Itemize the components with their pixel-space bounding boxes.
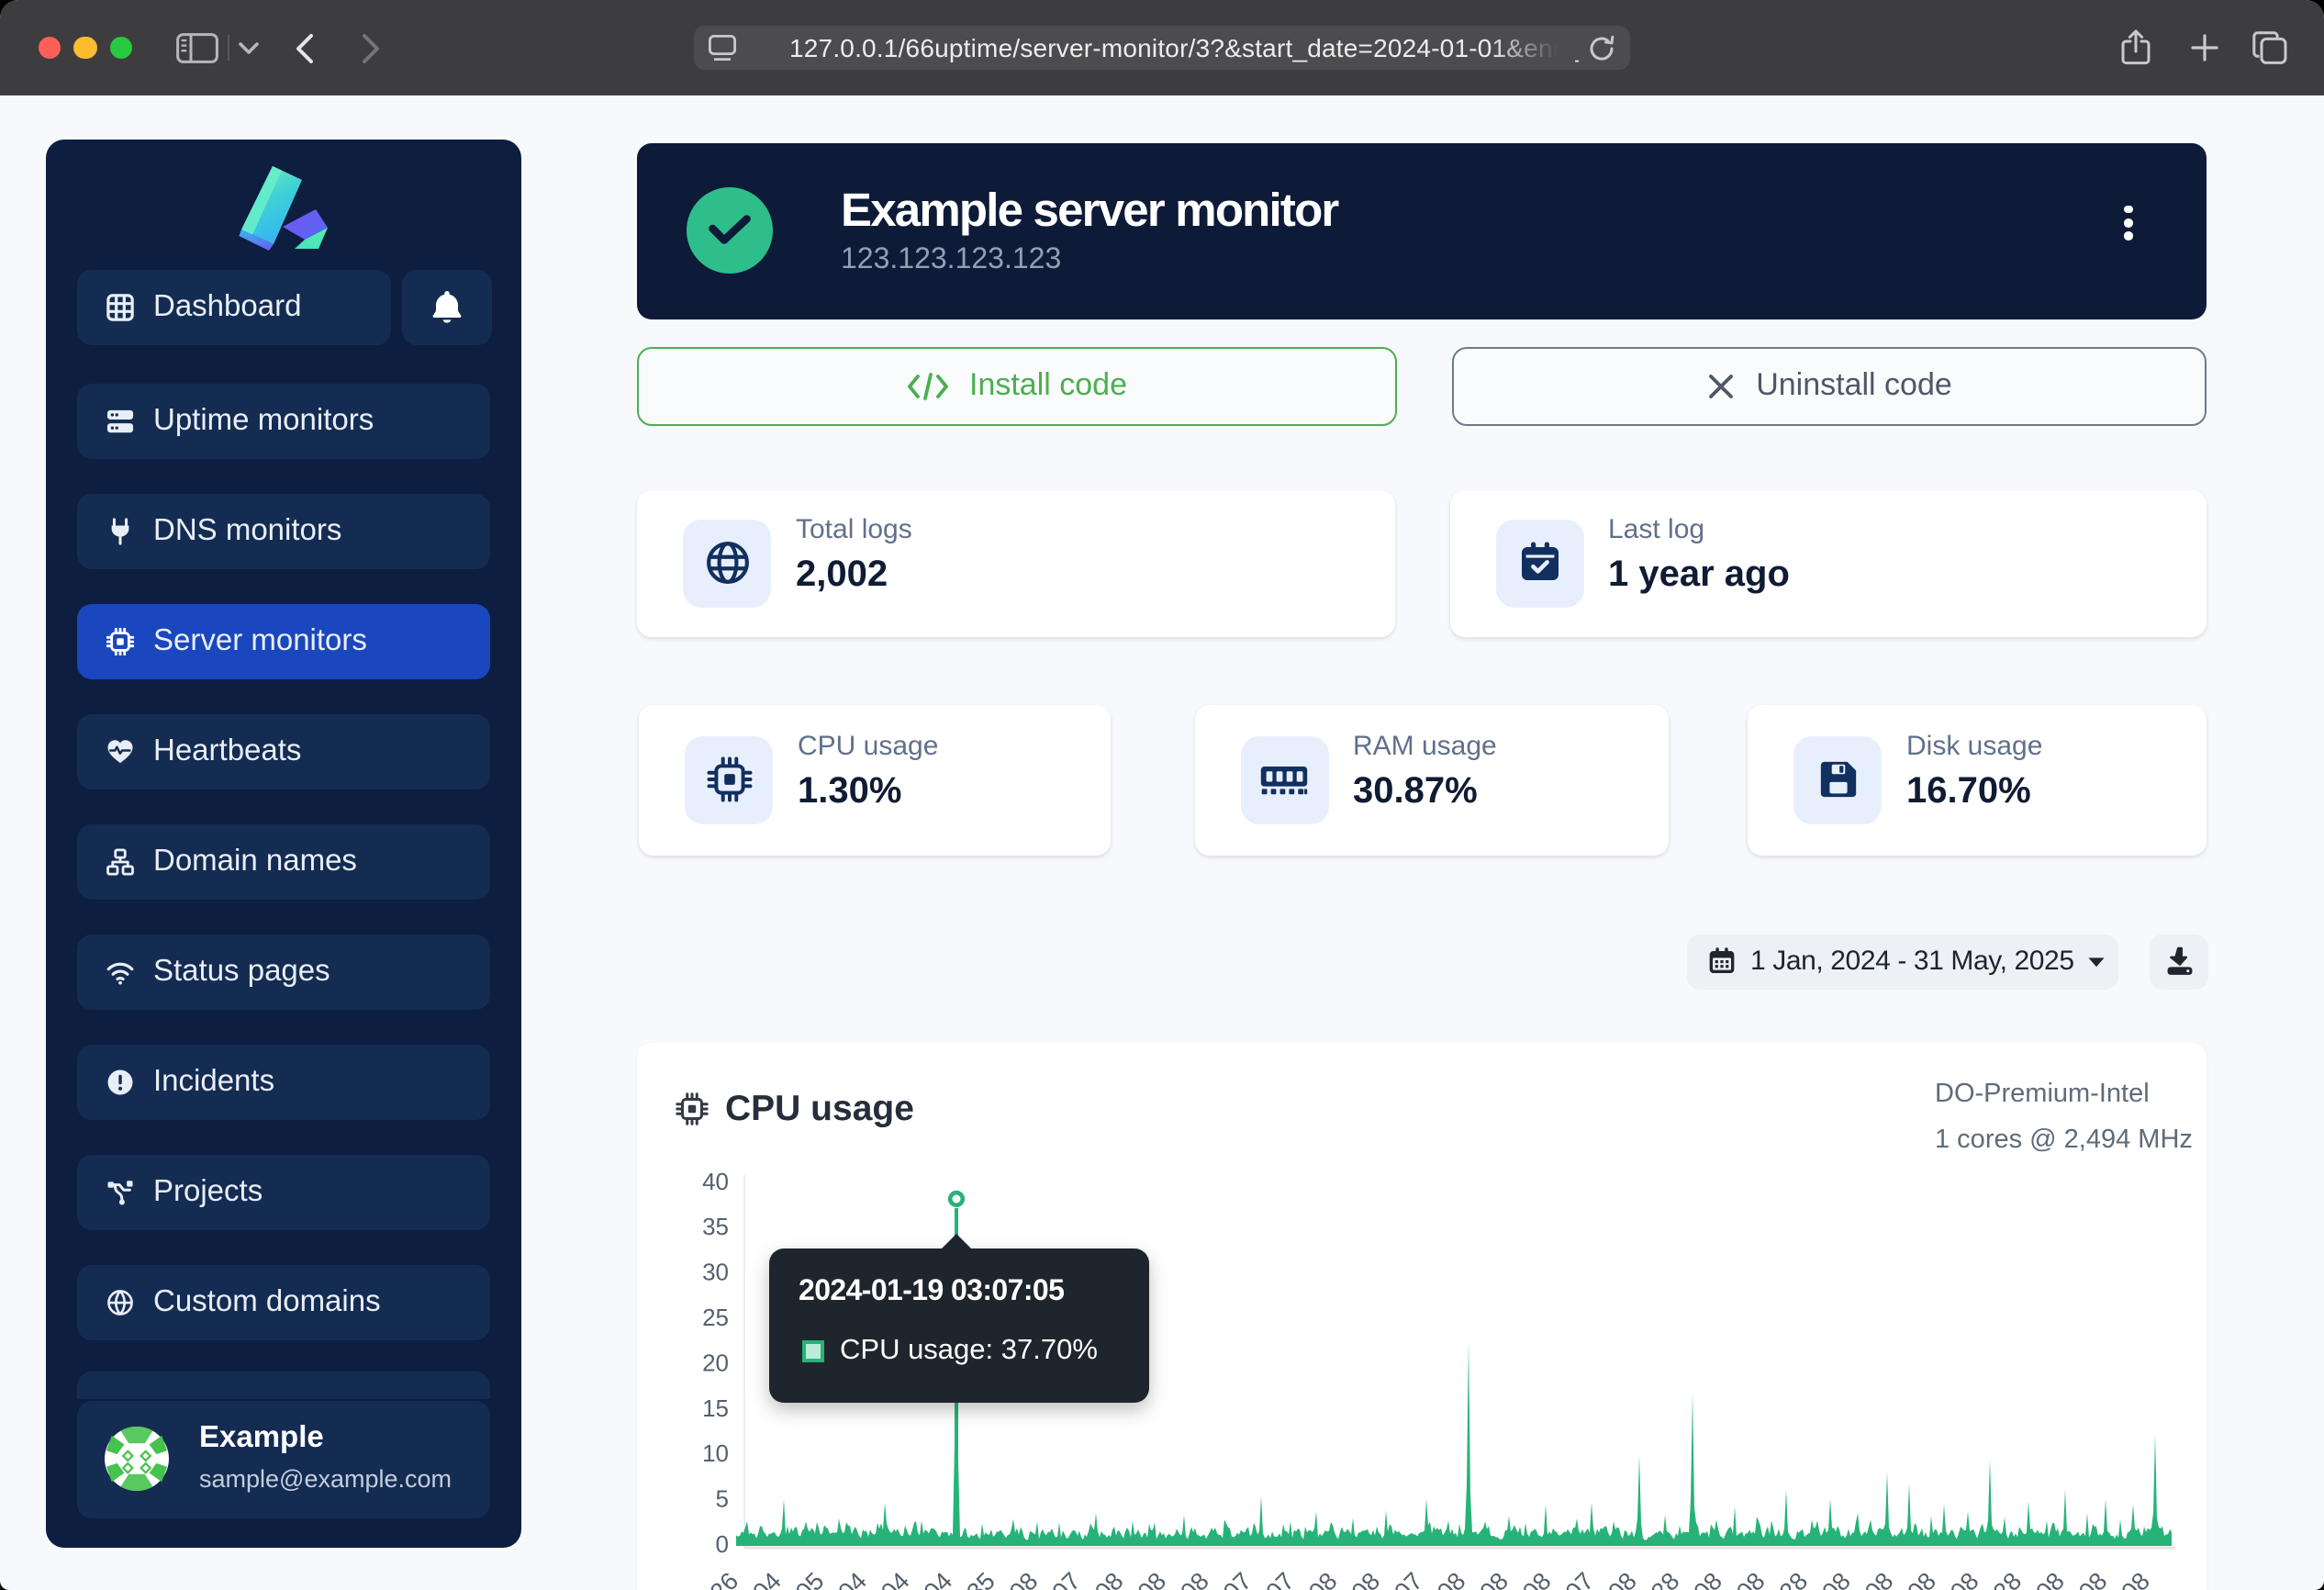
svg-text:08: 08 bbox=[1432, 1567, 1470, 1590]
svg-text:08: 08 bbox=[1603, 1567, 1641, 1590]
svg-text:35: 35 bbox=[961, 1567, 1000, 1590]
svg-text:28: 28 bbox=[1988, 1567, 2027, 1590]
svg-text:08: 08 bbox=[2117, 1567, 2155, 1590]
svg-text:04: 04 bbox=[747, 1567, 786, 1590]
svg-text:26: 26 bbox=[705, 1567, 743, 1590]
svg-text:04: 04 bbox=[833, 1567, 872, 1590]
svg-text:20: 20 bbox=[702, 1349, 729, 1376]
svg-text:04: 04 bbox=[876, 1567, 914, 1590]
svg-text:07: 07 bbox=[1047, 1567, 1086, 1590]
svg-text:08: 08 bbox=[1346, 1567, 1385, 1590]
svg-text:08: 08 bbox=[1816, 1567, 1855, 1590]
svg-text:08: 08 bbox=[2073, 1567, 2112, 1590]
svg-text:08: 08 bbox=[1945, 1567, 1983, 1590]
svg-text:15: 15 bbox=[702, 1394, 729, 1422]
svg-text:0: 0 bbox=[716, 1530, 729, 1558]
svg-text:05: 05 bbox=[790, 1567, 829, 1590]
svg-text:08: 08 bbox=[1517, 1567, 1556, 1590]
svg-text:40: 40 bbox=[702, 1168, 729, 1195]
svg-text:07: 07 bbox=[1560, 1567, 1599, 1590]
svg-text:08: 08 bbox=[1004, 1567, 1043, 1590]
svg-text:10: 10 bbox=[702, 1439, 729, 1467]
svg-text:35: 35 bbox=[702, 1213, 729, 1240]
svg-text:08: 08 bbox=[1731, 1567, 1770, 1590]
svg-text:30: 30 bbox=[702, 1259, 729, 1286]
svg-text:08: 08 bbox=[1475, 1567, 1514, 1590]
svg-text:07: 07 bbox=[1389, 1567, 1427, 1590]
svg-text:08: 08 bbox=[1089, 1567, 1128, 1590]
svg-text:08: 08 bbox=[1903, 1567, 1941, 1590]
svg-text:08: 08 bbox=[1689, 1567, 1727, 1590]
svg-text:08: 08 bbox=[1303, 1567, 1342, 1590]
svg-text:28: 28 bbox=[1646, 1567, 1684, 1590]
svg-text:5: 5 bbox=[716, 1485, 729, 1513]
svg-text:08: 08 bbox=[1860, 1567, 1898, 1590]
svg-text:08: 08 bbox=[2030, 1567, 2069, 1590]
svg-text:08: 08 bbox=[1133, 1567, 1171, 1590]
svg-text:25: 25 bbox=[702, 1304, 729, 1331]
svg-text:08: 08 bbox=[1175, 1567, 1213, 1590]
svg-text:04: 04 bbox=[919, 1567, 957, 1590]
svg-text:28: 28 bbox=[1774, 1567, 1813, 1590]
svg-text:07: 07 bbox=[1218, 1567, 1257, 1590]
svg-text:07: 07 bbox=[1261, 1567, 1300, 1590]
